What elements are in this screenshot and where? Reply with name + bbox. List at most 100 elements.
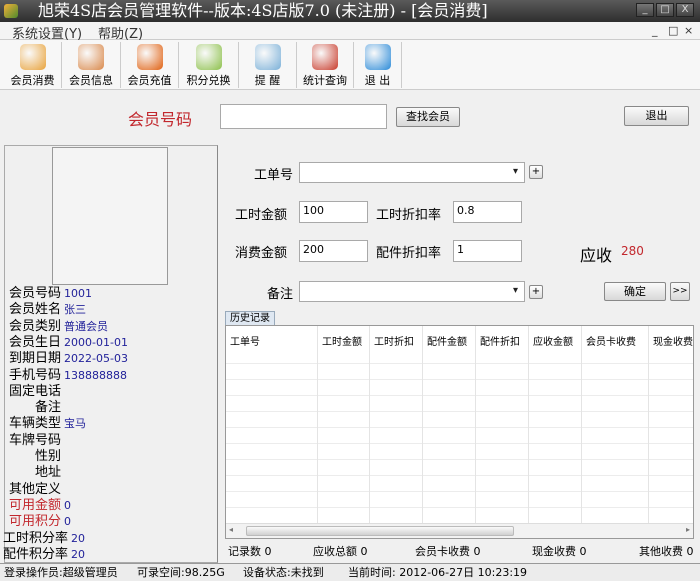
reminder-icon xyxy=(254,44,281,70)
scroll-left-icon[interactable]: ◂ xyxy=(229,525,233,534)
menu-bar: 系统设置(Y) 帮助(Z) _ □ × xyxy=(0,22,700,42)
column-header[interactable]: 工单号 xyxy=(230,333,260,348)
toolbar-button-7[interactable]: 退 出 xyxy=(354,42,402,88)
labor-discount-label: 工时折扣率 xyxy=(376,208,442,223)
field-label: 地址 xyxy=(35,465,62,481)
parts-discount-input[interactable]: 1 xyxy=(453,240,522,262)
toolbar-button-5[interactable]: 提 醒 xyxy=(239,42,297,88)
toolbar-label: 会员充值 xyxy=(127,74,172,87)
exit-icon xyxy=(364,44,391,70)
recharge-icon xyxy=(136,44,163,70)
member-info-icon xyxy=(78,44,104,70)
toolbar-button-1[interactable]: 会员消费 xyxy=(4,42,62,88)
toolbar-label: 积分兑换 xyxy=(186,74,231,87)
member-field: 车辆类型 宝马 xyxy=(9,416,86,432)
remark-label: 备注 xyxy=(267,287,294,302)
window-controls: _ □ X xyxy=(636,3,694,17)
order-no-select[interactable] xyxy=(299,162,525,183)
scroll-right-icon[interactable]: ▸ xyxy=(686,525,690,534)
mdi-minimize-button[interactable]: _ xyxy=(652,24,658,37)
column-header[interactable]: 配件折扣 xyxy=(480,333,520,348)
column-header[interactable]: 工时金额 xyxy=(322,333,362,348)
column xyxy=(582,326,649,523)
field-value: 2022-05-03 xyxy=(64,352,128,366)
column-header[interactable]: 应收金额 xyxy=(533,333,573,348)
field-label: 手机号码 xyxy=(9,367,62,383)
column xyxy=(423,326,476,523)
status-device: 设备状态:未找到 xyxy=(243,566,324,579)
toolbar-label: 会员消费 xyxy=(10,74,55,87)
member-field: 会员号码 1001 xyxy=(9,286,92,302)
mdi-restore-button[interactable]: □ xyxy=(668,24,678,37)
member-field: 可用金额 0 xyxy=(9,498,71,514)
consume-amount-input[interactable]: 200 xyxy=(299,240,368,262)
field-value: 138888888 xyxy=(64,368,128,382)
exit-button[interactable]: 退出 xyxy=(624,106,689,126)
toolbar-button-4[interactable]: 积分兑换 xyxy=(179,42,239,88)
add-order-button[interactable]: + xyxy=(529,165,543,179)
summary-value: 0 xyxy=(264,545,272,558)
field-label: 固定电话 xyxy=(9,383,62,399)
column xyxy=(370,326,423,523)
more-button[interactable]: >> xyxy=(670,282,690,301)
labor-amount-input[interactable]: 100 xyxy=(299,201,368,223)
summary-label: 应收总额 xyxy=(313,545,357,558)
status-bar: 登录操作员:超级管理员 可录空间:98.25G 设备状态:未找到 当前时间: 2… xyxy=(0,563,700,581)
column xyxy=(476,326,529,523)
field-value: 普通会员 xyxy=(64,319,109,333)
toolbar-button-3[interactable]: 会员充值 xyxy=(121,42,179,88)
summary-label: 现金收费 xyxy=(532,545,576,558)
column xyxy=(529,326,582,523)
scrollbar-thumb[interactable] xyxy=(246,526,514,536)
summary-item: 其他收费 0 xyxy=(639,543,694,559)
member-photo xyxy=(52,147,168,285)
toolbar-label: 提 醒 xyxy=(254,74,281,87)
field-label: 可用积分 xyxy=(9,514,62,530)
remark-select[interactable] xyxy=(299,281,525,302)
field-label: 备注 xyxy=(35,400,62,416)
field-label: 性别 xyxy=(35,449,62,464)
member-field: 会员类别 普通会员 xyxy=(9,319,108,335)
add-remark-button[interactable]: + xyxy=(529,285,543,299)
column-header[interactable]: 会员卡收费 xyxy=(586,333,636,348)
member-field: 固定电话 xyxy=(9,384,64,400)
member-number-input[interactable] xyxy=(220,104,387,129)
confirm-button[interactable]: 确定 xyxy=(604,282,666,301)
history-table: ◂ ▸ 工单号 工时金额 工时折扣 配件金额 配件折扣 应收金额 会员卡收费 现金收费 xyxy=(225,325,694,539)
receivable-value: 280 xyxy=(621,244,644,258)
summary-label: 其他收费 xyxy=(639,545,683,558)
member-field: 备注 xyxy=(35,400,64,416)
order-no-label: 工单号 xyxy=(254,168,294,183)
toolbar-button-6[interactable]: 统计查询 xyxy=(297,42,354,88)
horizontal-scrollbar[interactable]: ◂ ▸ xyxy=(226,523,693,538)
receivable-label: 应收 xyxy=(580,246,613,265)
parts-discount-label: 配件折扣率 xyxy=(376,246,442,261)
summary-value: 0 xyxy=(360,545,368,558)
maximize-button[interactable]: □ xyxy=(656,3,674,17)
field-label: 会员姓名 xyxy=(9,302,62,318)
close-button[interactable]: X xyxy=(676,3,694,17)
find-member-button[interactable]: 查找会员 xyxy=(396,107,460,127)
labor-discount-input[interactable]: 0.8 xyxy=(453,201,522,223)
field-value: 0 xyxy=(64,515,72,529)
summary-value: 0 xyxy=(473,545,481,558)
tab-history[interactable]: 历史记录 xyxy=(225,311,275,326)
field-label: 到期日期 xyxy=(9,351,62,367)
column-header[interactable]: 配件金额 xyxy=(427,333,467,348)
toolbar-button-2[interactable]: 会员信息 xyxy=(62,42,121,88)
column-header[interactable]: 现金收费 xyxy=(653,333,693,348)
summary-item: 会员卡收费 0 xyxy=(415,543,481,559)
toolbar-label: 退 出 xyxy=(364,74,391,87)
field-label: 车牌号码 xyxy=(9,432,62,448)
column-header[interactable]: 工时折扣 xyxy=(374,333,414,348)
summary-item: 记录数 0 xyxy=(228,543,272,559)
member-field: 其他定义 xyxy=(9,482,64,498)
column xyxy=(649,326,700,523)
minimize-button[interactable]: _ xyxy=(636,3,654,17)
field-label: 其他定义 xyxy=(9,481,62,497)
mdi-close-button[interactable]: × xyxy=(684,24,693,37)
toolbar-label: 统计查询 xyxy=(303,74,347,87)
field-label: 会员类别 xyxy=(9,318,62,334)
member-field: 可用积分 0 xyxy=(9,514,71,530)
field-value: 张三 xyxy=(64,303,87,317)
